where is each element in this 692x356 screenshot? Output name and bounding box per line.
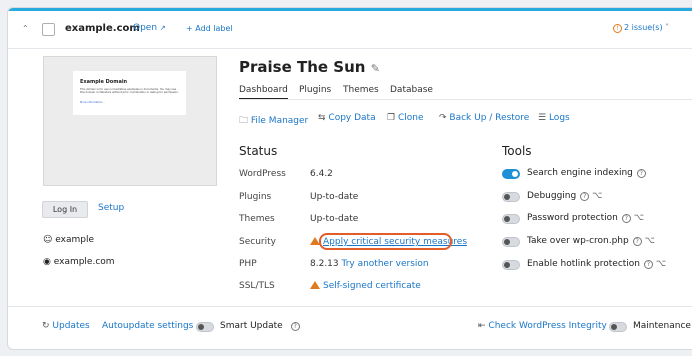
status-label-ssl: SSL/TLS [239,281,275,291]
external-link-icon: ↗ [159,24,166,32]
preview-page: Example Domain This domain is for use in… [73,71,186,115]
autoupdate-settings-link[interactable]: Autoupdate settings [102,321,193,331]
login-button[interactable]: Log In [42,201,88,218]
help-icon[interactable]: ? [632,237,642,246]
help-icon[interactable]: ? [621,214,631,223]
file-manager-button[interactable]: 🗀 File Manager [239,113,308,129]
status-value-wordpress: 6.4.2 [310,169,333,179]
footer-divider [8,306,692,307]
settings-sliders-icon[interactable]: ⌥ [645,236,655,246]
logs-button[interactable]: ☰ Logs [538,113,570,123]
user-icon: ☺ [43,235,53,245]
updates-button[interactable]: ↻ Updates [42,321,90,331]
status-label-php: PHP [239,259,257,269]
refresh-icon: ↻ [42,321,50,331]
ssl-value: Self-signed certificate [310,280,421,291]
tool-wp-cron: Take over wp-cron.php? ⌥ [527,236,655,246]
tab-plugins[interactable]: Plugins [299,85,331,95]
preview-text: This domain is for use in illustrative e… [80,88,179,95]
smart-update-label: Smart Update? [220,321,300,331]
open-link[interactable]: Open ↗ [133,23,166,33]
user-row: ☺ example [43,235,95,245]
domain-name[interactable]: example.com [65,23,140,34]
settings-sliders-icon[interactable]: ⌥ [592,191,602,201]
site-card: ⌃ example.com Open ↗ + Add label ! 2 issu… [7,7,692,350]
help-icon[interactable]: ? [636,169,646,178]
status-heading: Status [239,144,278,158]
self-signed-certificate-link[interactable]: Self-signed certificate [323,281,421,291]
status-label-security: Security [239,237,276,247]
card-header: ⌃ example.com Open ↗ + Add label ! 2 issu… [8,11,692,49]
list-icon: ☰ [538,113,547,123]
integrity-icon: ⇤ [478,321,486,331]
preview-more-link: More information... [80,101,105,104]
backup-restore-button[interactable]: ↷ Back Up / Restore [439,113,529,123]
clone-button[interactable]: ❐ Clone [387,113,424,123]
preview-title: Example Domain [80,79,128,85]
status-label-themes: Themes [239,214,275,224]
folder-icon: 🗀 [239,116,249,126]
tool-password-protection: Password protection? ⌥ [527,213,645,223]
sync-icon: ⇆ [318,113,326,123]
search-indexing-toggle[interactable] [502,169,520,179]
try-another-version-link[interactable]: Try another version [342,259,429,269]
tab-themes[interactable]: Themes [343,85,379,95]
tool-hotlink-protection: Enable hotlink protection? ⌥ [527,259,667,269]
smart-update-toggle[interactable] [196,322,214,332]
debugging-toggle[interactable] [502,192,520,202]
tabs-divider [239,99,692,100]
tool-search-indexing: Search engine indexing? [527,168,646,178]
settings-sliders-icon[interactable]: ⌥ [634,213,644,223]
site-title: Praise The Sun ✎ [239,58,380,76]
warning-circle-icon: ! [613,24,622,33]
clone-icon: ❐ [387,113,396,123]
backup-icon: ↷ [439,113,447,123]
add-label-button[interactable]: + Add label [186,24,233,33]
settings-sliders-icon[interactable]: ⌥ [656,259,666,269]
maintenance-label: Maintenance [633,321,691,331]
edit-pencil-icon[interactable]: ✎ [371,62,380,75]
tools-heading: Tools [502,144,532,158]
tab-database[interactable]: Database [390,85,433,95]
status-value-php: 8.2.13 Try another version [310,259,429,269]
hotlink-protection-toggle[interactable] [502,260,520,270]
collapse-chevron-icon[interactable]: ⌃ [22,24,29,33]
copy-data-button[interactable]: ⇆ Copy Data [318,113,376,123]
setup-link[interactable]: Setup [98,203,124,213]
check-integrity-button[interactable]: ⇤ Check WordPress Integrity [478,321,607,331]
status-value-plugins: Up-to-date [310,192,359,202]
help-icon[interactable]: ? [580,192,590,201]
tab-dashboard[interactable]: Dashboard [239,85,288,100]
chevron-down-icon: ˅ [665,23,670,32]
status-label-plugins: Plugins [239,192,272,202]
help-icon[interactable]: ? [290,322,300,331]
warning-icon [310,281,320,289]
help-icon[interactable]: ? [644,260,654,269]
status-label-wordpress: WordPress [239,169,286,179]
maintenance-toggle[interactable] [609,322,627,332]
select-checkbox[interactable] [42,23,55,36]
tool-debugging: Debugging? ⌥ [527,191,603,201]
security-highlight-outline [319,233,452,250]
issues-button[interactable]: ! 2 issue(s) ˅ [613,23,669,33]
site-row: ◉ example.com [43,257,115,267]
wp-cron-toggle[interactable] [502,237,520,247]
status-value-themes: Up-to-date [310,214,359,224]
site-preview-thumbnail[interactable]: Example Domain This domain is for use in… [43,56,217,186]
wordpress-icon: ◉ [43,257,51,267]
password-protection-toggle[interactable] [502,214,520,224]
